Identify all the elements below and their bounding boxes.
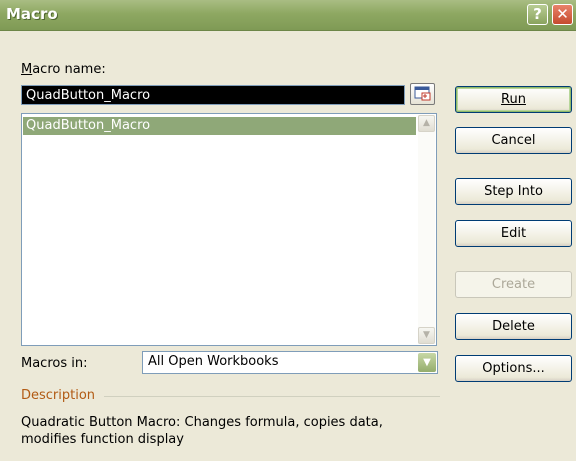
macro-name-label-rest: acro name:	[32, 62, 106, 77]
run-button-label: Run	[501, 92, 526, 107]
edit-button-label: Edit	[500, 226, 527, 241]
delete-button-label: Delete	[492, 319, 535, 334]
create-button: Create	[455, 271, 572, 298]
cancel-button-label: Cancel	[491, 133, 536, 148]
dropdown-button[interactable]: ▼	[418, 353, 436, 372]
list-item[interactable]: QuadButton_Macro	[23, 117, 416, 135]
edit-button[interactable]: Edit	[455, 220, 572, 247]
collapse-dialog-button[interactable]	[410, 83, 435, 105]
title-bar: Macro ? ✕	[0, 0, 576, 31]
macro-name-label-mnemonic: M	[21, 62, 33, 77]
step-into-button[interactable]: Step Into	[455, 178, 572, 205]
close-icon[interactable]: ✕	[552, 4, 573, 25]
chevron-down-icon: ▼	[423, 330, 430, 340]
window-title: Macro	[6, 5, 58, 23]
chevron-up-icon: ▲	[423, 118, 430, 128]
scroll-down-button[interactable]: ▼	[418, 327, 435, 344]
collapse-dialog-icon	[414, 86, 431, 101]
help-icon[interactable]: ?	[527, 4, 548, 25]
description-text: Quadratic Button Macro: Changes formula,…	[21, 415, 383, 447]
vertical-scrollbar[interactable]: ▲ ▼	[418, 115, 435, 344]
macros-in-value: All Open Workbooks	[148, 354, 279, 369]
macros-in-select[interactable]: All Open Workbooks ▼	[142, 351, 438, 374]
macro-name-input[interactable]: QuadButton_Macro	[21, 85, 405, 105]
description-divider	[104, 396, 440, 397]
options-button[interactable]: Options...	[455, 355, 572, 382]
create-button-label: Create	[491, 277, 536, 292]
run-button[interactable]: Run	[455, 86, 572, 113]
step-into-button-label: Step Into	[484, 184, 543, 199]
macro-list[interactable]: QuadButton_Macro ▲ ▼	[21, 113, 437, 346]
delete-button[interactable]: Delete	[455, 313, 572, 340]
macros-in-label: Macros in:	[21, 356, 88, 371]
cancel-button[interactable]: Cancel	[455, 127, 572, 154]
chevron-down-icon: ▼	[423, 357, 431, 368]
options-button-label: Options...	[482, 361, 545, 376]
description-label: Description	[21, 388, 96, 403]
macro-name-label: Macro name:	[21, 62, 106, 77]
scroll-up-button[interactable]: ▲	[418, 115, 435, 132]
